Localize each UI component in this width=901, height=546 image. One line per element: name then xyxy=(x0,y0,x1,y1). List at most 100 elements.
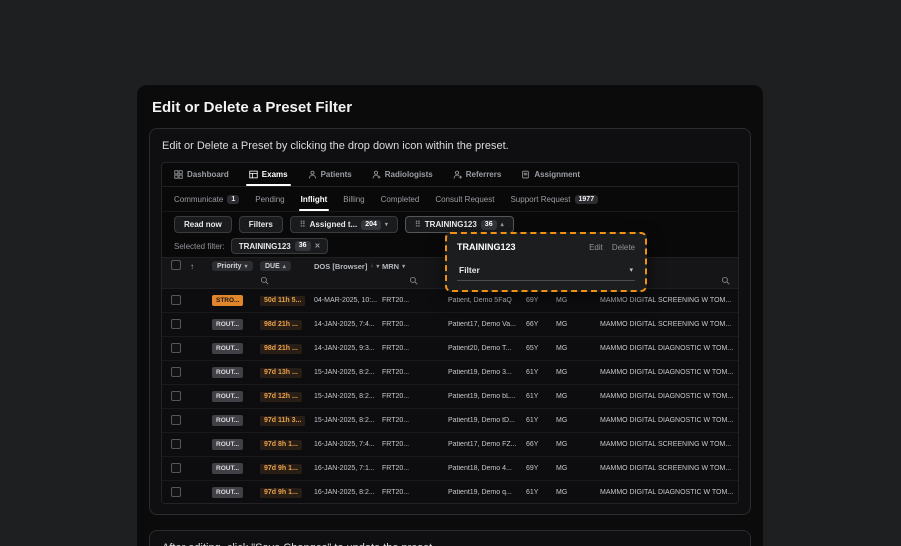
mrn-column-header[interactable]: MRN ▾ xyxy=(382,262,448,271)
modality-cell: MG xyxy=(556,465,568,472)
row-checkbox[interactable] xyxy=(171,486,181,497)
modality-cell: MG xyxy=(556,369,568,376)
step-panel-2: After editing, click "Save Changes" to u… xyxy=(149,530,751,546)
sub-nav-communicate[interactable]: Communicate 1 xyxy=(174,187,240,211)
step-panel-1: Edit or Delete a Preset by clicking the … xyxy=(149,128,751,515)
patient-cell: Patient19, Demo 3... xyxy=(448,369,512,376)
sub-nav-billing[interactable]: Billing xyxy=(343,187,364,211)
chevron-down-icon: ▾ xyxy=(402,263,406,270)
chevron-down-icon: ▾ xyxy=(384,222,388,228)
arrow-down-icon: ↓ xyxy=(370,263,374,269)
exam-table-row[interactable]: ROUT... 98d 21h ... 14-JAN-2025, 7:4... … xyxy=(162,313,738,337)
priority-badge: ROUT... xyxy=(212,319,244,330)
preset-button-assigned-t-[interactable]: ⠿ Assigned t... 204 ▾ xyxy=(289,216,398,233)
main-nav-exams[interactable]: Exams xyxy=(245,163,291,186)
row-checkbox[interactable] xyxy=(171,294,181,305)
row-checkbox[interactable] xyxy=(171,438,181,449)
read-now-button[interactable]: Read now xyxy=(174,216,232,233)
mrn-cell: FRT20... xyxy=(382,441,410,448)
selected-filter-label: Selected filter: xyxy=(174,241,225,251)
exam-table-row[interactable]: ROUT... 97d 13h ... 15-JAN-2025, 8:2... … xyxy=(162,361,738,385)
edit-preset-button[interactable]: Edit xyxy=(589,243,603,252)
priority-badge: ROUT... xyxy=(212,439,244,450)
preset-buttons: ⠿ Assigned t... 204 ▾ ⠿ TRAINING123 36 ▴ xyxy=(289,216,514,233)
search-icon[interactable] xyxy=(721,276,730,285)
exam-table-row[interactable]: ROUT... 97d 9h 1... 16-JAN-2025, 8:2... … xyxy=(162,481,738,503)
row-checkbox[interactable] xyxy=(171,318,181,329)
dos-cell: 15-JAN-2025, 8:2... xyxy=(314,417,375,424)
count-badge: 1977 xyxy=(574,194,599,204)
mrn-cell: FRT20... xyxy=(382,465,410,472)
modality-cell: MG xyxy=(556,297,568,304)
mrn-cell: FRT20... xyxy=(382,417,410,424)
description-cell: MAMMO DIGITAL SCREENING W TOM... xyxy=(600,465,732,472)
chevron-up-icon: ▴ xyxy=(282,263,286,270)
patient-cell: Patient17, Demo Va... xyxy=(448,321,516,328)
age-cell: 61Y xyxy=(526,393,539,400)
due-column-header[interactable]: DUE ▴ xyxy=(260,261,291,271)
count-badge: 1 xyxy=(227,194,240,204)
due-time: 97d 11h 3... xyxy=(260,415,306,426)
exam-table-row[interactable]: STRO... 50d 11h 5... 04-MAR-2025, 10:...… xyxy=(162,289,738,313)
patient-cell: Patient19, Demo bL... xyxy=(448,393,516,400)
select-all-checkbox[interactable] xyxy=(171,260,181,270)
description-cell: MAMMO DIGITAL DIAGNOSTIC W TOM... xyxy=(600,369,734,376)
due-time: 97d 13h ... xyxy=(260,367,302,378)
row-checkbox[interactable] xyxy=(171,366,181,377)
sub-nav: Communicate 1 Pending Inflight Billing C… xyxy=(162,187,738,212)
main-nav-radiologists[interactable]: Radiologists xyxy=(372,163,433,186)
due-time: 50d 11h 5... xyxy=(260,295,306,306)
due-time: 98d 21h ... xyxy=(260,343,302,354)
filter-select[interactable]: Filter ▾ xyxy=(457,261,635,281)
sub-nav-completed[interactable]: Completed xyxy=(381,187,420,211)
sub-nav-inflight[interactable]: Inflight xyxy=(298,187,329,211)
exam-table-row[interactable]: ROUT... 97d 11h 3... 15-JAN-2025, 8:2...… xyxy=(162,409,738,433)
delete-preset-button[interactable]: Delete xyxy=(612,243,635,252)
exam-table-row[interactable]: ROUT... 98d 21h ... 14-JAN-2025, 9:3... … xyxy=(162,337,738,361)
main-nav-referrers[interactable]: Referrers xyxy=(453,163,501,186)
main-nav-patients[interactable]: Patients xyxy=(308,163,352,186)
row-checkbox[interactable] xyxy=(171,462,181,473)
description-cell: MAMMO DIGITAL DIAGNOSTIC W TOM... xyxy=(600,489,734,496)
exam-table-row[interactable]: ROUT... 97d 8h 1... 16-JAN-2025, 7:4... … xyxy=(162,433,738,457)
main-nav-assignment[interactable]: Assignment xyxy=(521,163,580,186)
filters-button[interactable]: Filters xyxy=(238,216,283,233)
row-checkbox[interactable] xyxy=(171,414,181,425)
preset-dropdown: TRAINING123 Edit Delete Filter ▾ xyxy=(445,232,647,292)
drag-handle-icon: ⠿ xyxy=(299,220,306,229)
search-icon[interactable] xyxy=(409,276,418,285)
page-title: Edit or Delete a Preset Filter xyxy=(152,99,353,116)
chevron-down-icon: ▾ xyxy=(244,263,248,270)
search-icon[interactable] xyxy=(260,276,269,285)
remove-filter-icon[interactable]: ✕ xyxy=(315,242,321,250)
step-instruction: After editing, click "Save Changes" to u… xyxy=(162,542,739,546)
sub-nav-support-request[interactable]: Support Request 1977 xyxy=(510,187,599,211)
row-checkbox[interactable] xyxy=(171,342,181,353)
selected-filter-chip[interactable]: TRAINING123 36 ✕ xyxy=(230,238,329,254)
exam-table-row[interactable]: ROUT... 97d 12h ... 15-JAN-2025, 8:2... … xyxy=(162,385,738,409)
chevron-down-icon: ▾ xyxy=(376,263,380,270)
sort-arrow-icon[interactable]: ↑ xyxy=(190,262,194,271)
assignment-icon xyxy=(521,170,530,179)
priority-column-header[interactable]: Priority ▾ xyxy=(212,261,253,271)
sub-nav-pending[interactable]: Pending xyxy=(255,187,284,211)
dos-column-header[interactable]: DOS [Browser] ↓ ▾ xyxy=(314,262,382,271)
preset-button-training123[interactable]: ⠿ TRAINING123 36 ▴ xyxy=(404,216,514,233)
priority-badge: ROUT... xyxy=(212,415,244,426)
exam-table-row[interactable]: ROUT... 97d 9h 1... 16-JAN-2025, 7:1... … xyxy=(162,457,738,481)
modality-cell: MG xyxy=(556,321,568,328)
step-instruction: Edit or Delete a Preset by clicking the … xyxy=(162,140,509,152)
description-cell: MAMMO DIGITAL DIAGNOSTIC W TOM... xyxy=(600,345,734,352)
main-nav-dashboard[interactable]: Dashboard xyxy=(174,163,229,186)
age-cell: 66Y xyxy=(526,441,539,448)
age-cell: 69Y xyxy=(526,465,539,472)
exam-table-body: STRO... 50d 11h 5... 04-MAR-2025, 10:...… xyxy=(162,289,738,503)
dos-cell: 04-MAR-2025, 10:... xyxy=(314,297,378,304)
dos-cell: 15-JAN-2025, 8:2... xyxy=(314,369,375,376)
priority-badge: ROUT... xyxy=(212,487,244,498)
sub-nav-consult-request[interactable]: Consult Request xyxy=(435,187,494,211)
due-time: 97d 8h 1... xyxy=(260,439,302,450)
due-time: 97d 9h 1... xyxy=(260,463,302,474)
chevron-up-icon: ▴ xyxy=(500,222,504,228)
row-checkbox[interactable] xyxy=(171,390,181,401)
